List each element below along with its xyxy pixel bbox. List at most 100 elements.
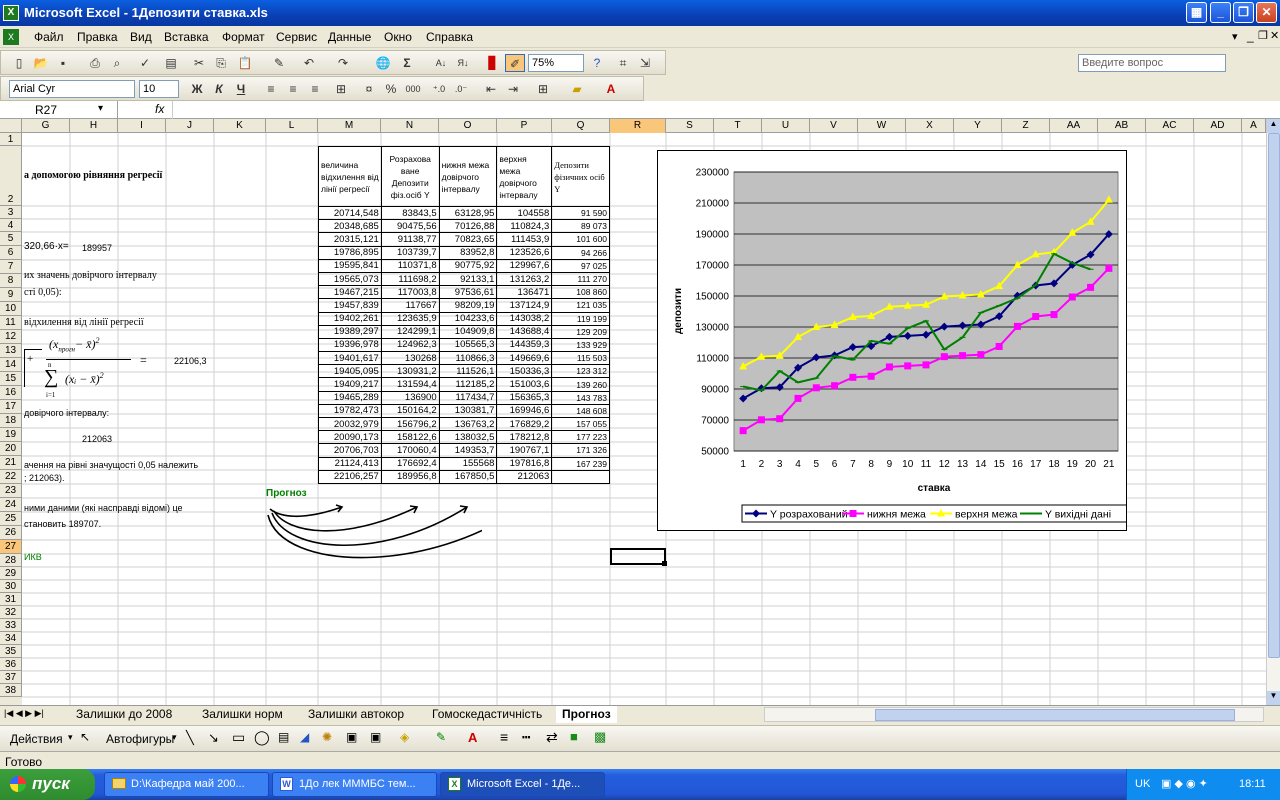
- table-cell[interactable]: 19565,073: [318, 271, 382, 287]
- toolbar-chevron-icon[interactable]: ⇲: [635, 54, 655, 72]
- sheet-tab[interactable]: Залишки автокор: [302, 706, 410, 723]
- table-cell[interactable]: 19389,297: [318, 324, 382, 339]
- table-cell[interactable]: 129 209: [551, 324, 610, 339]
- table-cell[interactable]: 110371,8: [380, 258, 440, 273]
- column-header[interactable]: N: [381, 119, 439, 133]
- chart[interactable]: 230000 210000 190000 170000 150000 130000 1100…: [657, 150, 1129, 531]
- table-cell[interactable]: 20032,979: [318, 416, 382, 432]
- table-cell[interactable]: 155568: [438, 456, 498, 471]
- table-cell[interactable]: 70126,88: [438, 219, 498, 234]
- row-header[interactable]: 11: [0, 316, 22, 330]
- data-point[interactable]: [1068, 293, 1076, 301]
- font-color-icon[interactable]: A: [601, 80, 621, 98]
- select-objects-icon[interactable]: ↖: [80, 730, 90, 744]
- table-cell[interactable]: 21124,413: [318, 456, 382, 471]
- table-cell[interactable]: 104558: [496, 205, 553, 221]
- table-cell[interactable]: 19467,215: [318, 285, 382, 300]
- table-cell[interactable]: 19401,617: [318, 351, 382, 366]
- language-indicator[interactable]: UK: [1135, 778, 1150, 790]
- row-header[interactable]: 22: [0, 470, 22, 484]
- decrease-decimal-icon[interactable]: .0⁻: [451, 80, 471, 98]
- menu-file[interactable]: Файл: [34, 30, 64, 44]
- increase-indent-icon[interactable]: ⇥: [503, 80, 523, 98]
- table-cell[interactable]: 170060,4: [380, 443, 440, 458]
- table-cell[interactable]: 20706,703: [318, 443, 382, 458]
- table-cell[interactable]: 156796,2: [380, 416, 440, 432]
- menu-insert[interactable]: Вставка: [164, 30, 209, 44]
- row-header[interactable]: 8: [0, 274, 22, 288]
- menu-tools[interactable]: Сервис: [276, 30, 317, 44]
- table-cell[interactable]: 190767,1: [496, 443, 553, 458]
- table-cell[interactable]: 104909,8: [438, 324, 498, 339]
- data-point[interactable]: [922, 361, 930, 369]
- row-header[interactable]: 14: [0, 358, 22, 372]
- row-header[interactable]: 25: [0, 512, 22, 526]
- column-header[interactable]: AD: [1194, 119, 1242, 133]
- row-header[interactable]: 29: [0, 567, 22, 580]
- table-cell[interactable]: 130268: [380, 351, 440, 366]
- taskbar-item-word[interactable]: 1До лек МММБС тем...: [272, 772, 437, 797]
- column-header[interactable]: M: [318, 119, 381, 133]
- data-point[interactable]: [1013, 322, 1021, 330]
- zoom-select[interactable]: 75%: [528, 54, 584, 72]
- table-cell[interactable]: 19402,261: [318, 311, 382, 326]
- redo-icon[interactable]: ↷: [333, 54, 353, 72]
- data-point[interactable]: [757, 416, 765, 424]
- row-header[interactable]: 36: [0, 658, 22, 671]
- table-cell[interactable]: 19457,839: [318, 298, 382, 313]
- table-cell[interactable]: 124299,1: [380, 324, 440, 339]
- row-header[interactable]: 23: [0, 484, 22, 498]
- table-cell[interactable]: 83843,5: [380, 205, 440, 221]
- research-icon[interactable]: ▤: [161, 54, 181, 72]
- scroll-up-icon[interactable]: ▲: [1267, 119, 1280, 133]
- data-point[interactable]: [940, 353, 948, 361]
- table-cell[interactable]: 167850,5: [438, 469, 498, 484]
- table-cell[interactable]: 110866,3: [438, 351, 498, 366]
- row-header[interactable]: 1: [0, 133, 22, 146]
- undo-icon[interactable]: ↶: [299, 54, 319, 72]
- row-header[interactable]: 38: [0, 684, 22, 697]
- table-cell[interactable]: 143038,2: [496, 311, 553, 326]
- data-point[interactable]: [885, 363, 893, 371]
- column-header[interactable]: K: [214, 119, 266, 133]
- row-header[interactable]: 27: [0, 540, 22, 554]
- table-cell[interactable]: 92133,1: [438, 271, 498, 287]
- row-header[interactable]: 18: [0, 414, 22, 428]
- table-cell[interactable]: 123635,9: [380, 311, 440, 326]
- table-cell[interactable]: 20090,173: [318, 430, 382, 445]
- row-header[interactable]: 33: [0, 619, 22, 632]
- table-cell[interactable]: 212063: [496, 469, 553, 484]
- data-point[interactable]: [794, 394, 802, 402]
- line-style-icon[interactable]: ≡: [500, 729, 508, 745]
- selected-cell-r27[interactable]: [610, 548, 666, 565]
- table-cell[interactable]: 90775,92: [438, 258, 498, 273]
- row-header[interactable]: 5: [0, 232, 22, 246]
- table-cell[interactable]: 131263,2: [496, 271, 553, 287]
- document-icon[interactable]: X: [3, 29, 19, 45]
- insert-function-icon[interactable]: fx: [155, 102, 164, 116]
- column-header[interactable]: T: [714, 119, 762, 133]
- bold-button[interactable]: Ж: [187, 80, 207, 98]
- worksheet-grid[interactable]: а допомогою рівняння регресії 320,66·x= …: [22, 133, 1266, 705]
- horizontal-scroll-thumb[interactable]: [875, 709, 1235, 721]
- currency-icon[interactable]: ¤: [359, 80, 379, 98]
- new-icon[interactable]: ▯: [9, 54, 29, 72]
- arrow-style-icon[interactable]: ⇄: [546, 729, 558, 746]
- italic-button[interactable]: К: [209, 80, 229, 98]
- column-header[interactable]: S: [666, 119, 714, 133]
- table-cell[interactable]: 111 270: [551, 271, 610, 287]
- data-point[interactable]: [867, 372, 875, 380]
- column-header[interactable]: U: [762, 119, 810, 133]
- table-cell[interactable]: 103739,7: [380, 245, 440, 260]
- table-cell[interactable]: 137124,9: [496, 298, 553, 313]
- table-cell[interactable]: 124962,3: [380, 337, 440, 353]
- save-icon[interactable]: ▪: [53, 54, 73, 72]
- menu-edit[interactable]: Правка: [77, 30, 118, 44]
- table-cell[interactable]: 177 223: [551, 430, 610, 445]
- toolbar-options-icon[interactable]: ⌗: [613, 54, 633, 72]
- table-cell[interactable]: 121 035: [551, 298, 610, 313]
- table-cell[interactable]: 111453,9: [496, 232, 553, 247]
- table-cell[interactable]: 131594,4: [380, 377, 440, 392]
- column-header[interactable]: X: [906, 119, 954, 133]
- table-cell[interactable]: 176829,2: [496, 416, 553, 432]
